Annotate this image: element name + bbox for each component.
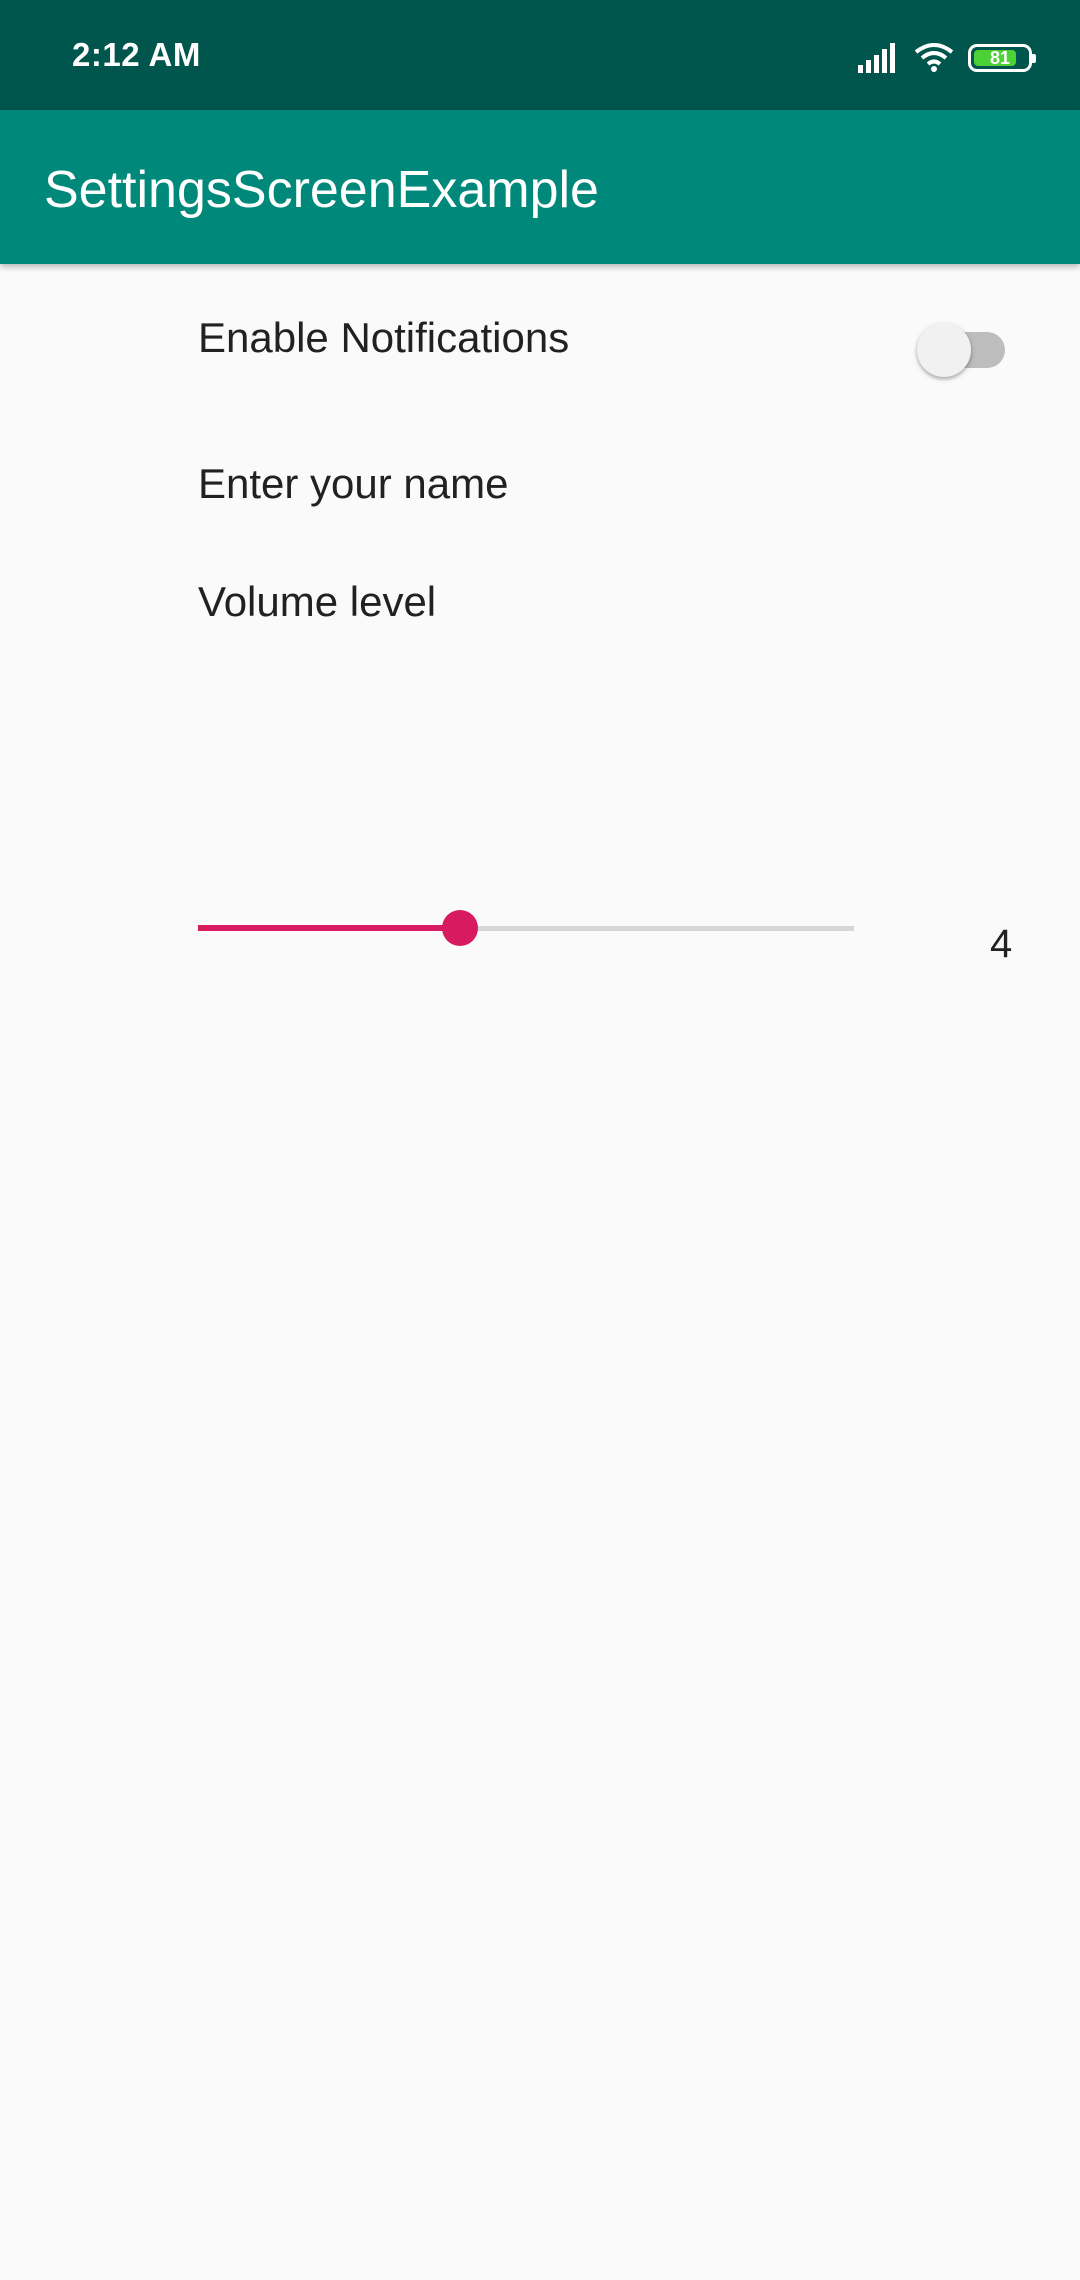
name-preference[interactable]: Enter your name bbox=[0, 414, 1080, 544]
status-icons: 81 bbox=[858, 38, 1036, 78]
seekbar-thumb[interactable] bbox=[442, 910, 479, 946]
volume-preference: Volume level bbox=[0, 544, 1080, 704]
name-title: Enter your name bbox=[198, 460, 509, 507]
battery-cap bbox=[1032, 54, 1036, 63]
battery-icon: 81 bbox=[968, 44, 1036, 72]
notifications-switch[interactable] bbox=[917, 314, 1007, 377]
battery-level: 81 bbox=[989, 48, 1011, 68]
app-bar: SettingsScreenExample bbox=[0, 110, 1080, 264]
seekbar-progress bbox=[198, 925, 461, 931]
switch-thumb bbox=[917, 323, 971, 377]
notifications-preference[interactable]: Enable Notifications bbox=[0, 264, 1080, 414]
volume-title: Volume level bbox=[198, 578, 437, 625]
status-bar: 2:12 AM 81 bbox=[0, 0, 1080, 110]
volume-seekbar[interactable] bbox=[198, 904, 854, 952]
signal-icon bbox=[858, 43, 895, 73]
status-time: 2:12 AM bbox=[72, 36, 201, 73]
app-title: SettingsScreenExample bbox=[44, 161, 599, 219]
settings-list: Enable Notifications Enter your name Vol… bbox=[0, 264, 1080, 2280]
wifi-icon bbox=[914, 43, 954, 72]
notifications-title: Enable Notifications bbox=[198, 314, 570, 361]
volume-value: 4 bbox=[990, 922, 1013, 966]
